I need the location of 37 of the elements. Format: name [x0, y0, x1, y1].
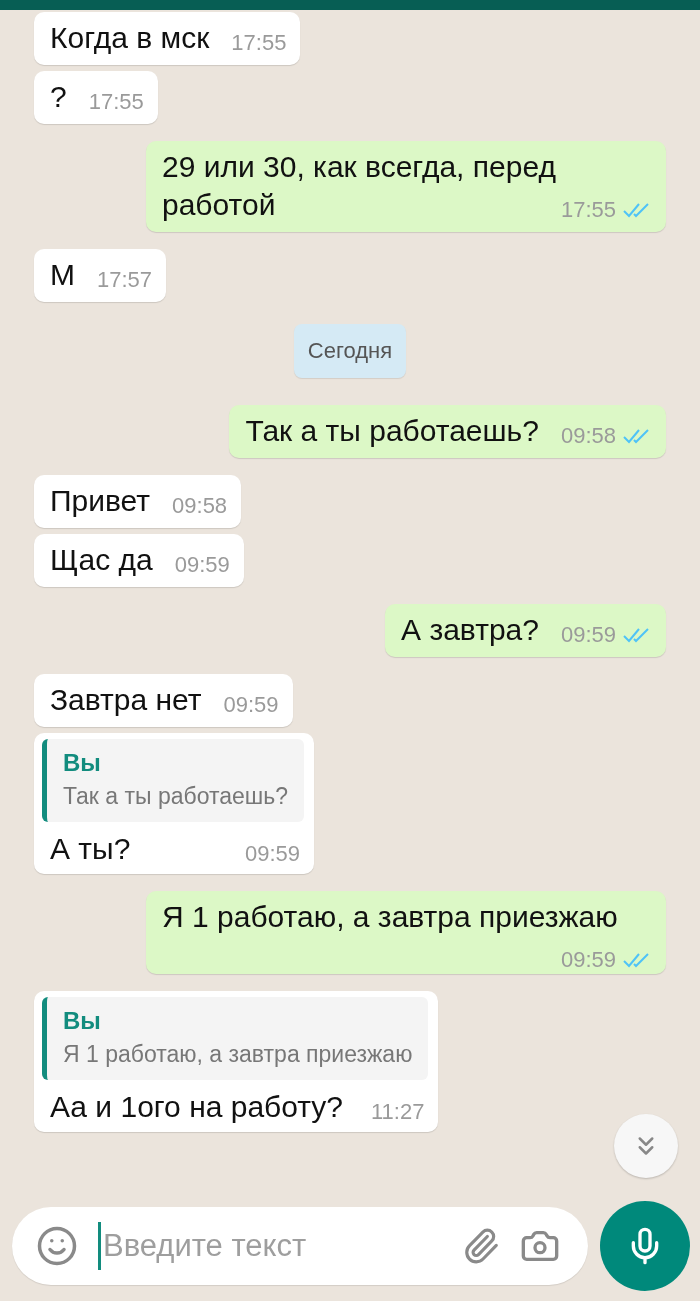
message-text: 29 или 30, как всегда, перед работой [162, 150, 556, 221]
quoted-message[interactable]: Вы Я 1 работаю, а завтра приезжаю [42, 997, 429, 1080]
message-text: М [50, 258, 75, 291]
message-time: 09:59 [560, 946, 616, 974]
date-chip: Сегодня [293, 324, 407, 378]
scroll-down-button[interactable] [614, 1114, 678, 1178]
message-time: 09:59 [174, 551, 230, 579]
message-text: ? [50, 80, 67, 113]
quote-author: Вы [63, 749, 102, 777]
quote-text: Я 1 работаю, а завтра приезжаю [63, 1041, 413, 1068]
message-time: 17:55 [231, 29, 287, 57]
message-time: 09:58 [172, 492, 228, 520]
message-text: Привет [50, 484, 151, 517]
message-time: 11:27 [371, 1098, 425, 1126]
message-text: Я 1 работаю, а завтра приезжаю [162, 900, 618, 933]
message-text: Щас да [50, 543, 153, 576]
message-time: 09:59 [223, 691, 279, 719]
message-time: 17:55 [560, 196, 616, 224]
paperclip-icon[interactable] [462, 1227, 500, 1265]
message-text: Аа и 1ого на работу? [50, 1090, 344, 1123]
quote-author: Вы [63, 1007, 102, 1035]
message-text: Так а ты работаешь? [245, 414, 539, 447]
quoted-message[interactable]: Вы Так а ты работаешь? [42, 739, 305, 822]
emoji-icon[interactable] [36, 1225, 78, 1267]
message-text: А завтра? [401, 613, 539, 646]
message-time: 09:58 [560, 422, 616, 450]
message-text: Когда в мск [50, 21, 210, 54]
message-time: 17:57 [97, 266, 153, 294]
message-time: 09:59 [244, 840, 301, 868]
text-cursor [98, 1222, 101, 1270]
message-input[interactable]: Введите текст [103, 1228, 442, 1264]
message-input-field[interactable]: Введите текст [12, 1207, 588, 1285]
quote-text: Так а ты работаешь? [63, 783, 289, 810]
message-time: 17:55 [88, 88, 144, 116]
message-text: А ты? [50, 832, 131, 865]
message-time: 09:59 [560, 621, 616, 649]
message-text: Завтра нет [50, 683, 202, 716]
